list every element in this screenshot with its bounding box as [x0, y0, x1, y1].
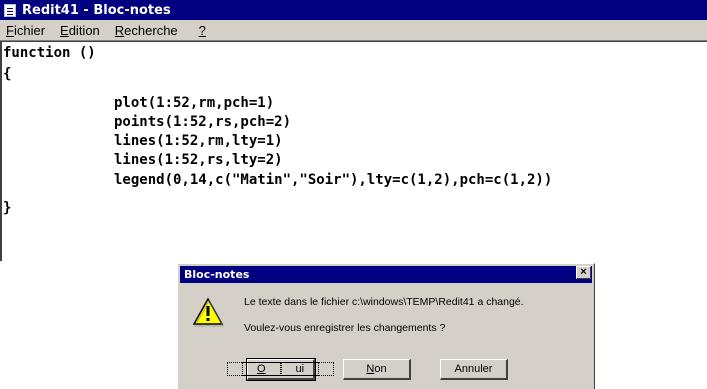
code-line: legend(0,14,c("Matin","Soir"),lty=c(1,2)…	[114, 172, 553, 188]
yes-button[interactable]: Oui	[226, 358, 335, 381]
menu-fichier[interactable]: Fichier	[0, 23, 54, 38]
save-changes-dialog: Bloc-notes × Le texte dans le fichier c:…	[177, 263, 595, 389]
close-icon[interactable]: ×	[576, 266, 591, 279]
warning-icon	[192, 297, 224, 327]
dialog-message-line2: Voulez-vous enregistrer les changements …	[244, 322, 446, 334]
notepad-app-icon[interactable]	[4, 3, 16, 17]
code-line: lines(1:52,rs,lty=2)	[114, 152, 283, 168]
code-line: function ()	[3, 45, 96, 61]
code-line: {	[3, 66, 12, 82]
code-line: plot(1:52,rm,pch=1)	[114, 95, 275, 111]
menu-help[interactable]: ?	[187, 23, 215, 38]
code-line: lines(1:52,rm,lty=1)	[114, 133, 283, 149]
cancel-button[interactable]: Annuler	[440, 359, 508, 380]
dialog-message-line1: Le texte dans le fichier c:\windows\TEMP…	[244, 296, 524, 308]
dialog-titlebar[interactable]: Bloc-notes	[180, 266, 592, 283]
text-editor[interactable]: function () { plot(1:52,rm,pch=1) points…	[0, 41, 707, 261]
window-title: Redit41 - Bloc-notes	[22, 2, 171, 18]
dialog-title: Bloc-notes	[184, 268, 250, 281]
code-line: points(1:52,rs,pch=2)	[114, 114, 292, 130]
menu-recherche[interactable]: Recherche	[109, 23, 187, 38]
menu-bar: Fichier Edition Recherche ?	[0, 20, 707, 41]
code-line: }	[3, 200, 12, 216]
no-button[interactable]: Non	[343, 359, 411, 380]
notepad-titlebar[interactable]: Redit41 - Bloc-notes	[0, 0, 707, 20]
menu-edition[interactable]: Edition	[54, 23, 109, 38]
